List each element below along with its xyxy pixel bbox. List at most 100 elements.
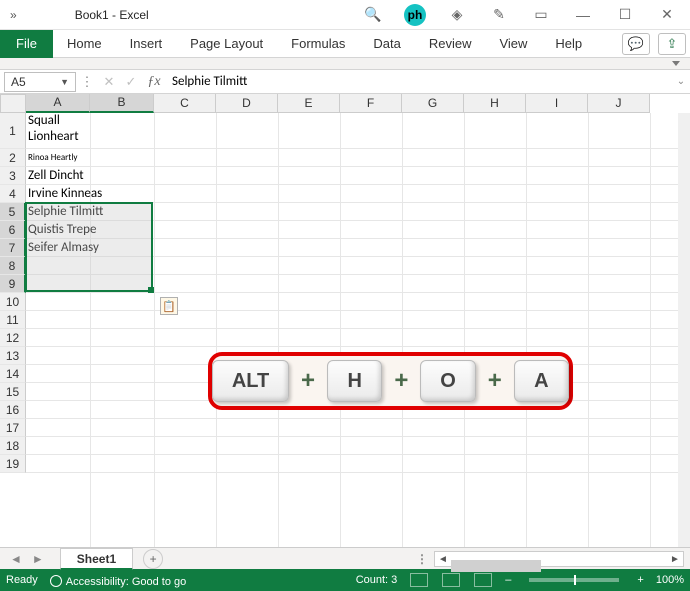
diamond-icon[interactable]: ◈ <box>446 4 468 26</box>
cell-a2[interactable]: Rinoa Heartly <box>26 149 77 167</box>
row-header-2[interactable]: 2 <box>0 149 26 167</box>
tab-help[interactable]: Help <box>541 30 596 58</box>
sheet-next-icon[interactable]: ► <box>32 552 44 566</box>
col-header-f[interactable]: F <box>340 94 402 113</box>
fx-icon[interactable]: ƒx <box>142 74 166 90</box>
search-icon[interactable]: 🔍 <box>362 4 384 26</box>
column-headers: ABCDEFGHIJ <box>26 94 650 113</box>
row-header-15[interactable]: 15 <box>0 383 26 401</box>
select-all-corner[interactable] <box>0 94 26 113</box>
tab-file[interactable]: File <box>0 30 53 58</box>
paste-options-icon[interactable]: 📋 <box>160 297 178 315</box>
sheet-nav: ◄ ► <box>0 552 54 566</box>
cancel-icon[interactable]: ✕ <box>98 74 120 90</box>
cell-a5[interactable]: Selphie Tilmitt <box>26 203 103 221</box>
scroll-left-icon[interactable]: ◄ <box>435 554 451 565</box>
cell-a3[interactable]: Zell Dincht <box>26 167 84 185</box>
minimize-button[interactable]: — <box>572 4 594 26</box>
col-header-e[interactable]: E <box>278 94 340 113</box>
row-header-10[interactable]: 10 <box>0 293 26 311</box>
row-header-17[interactable]: 17 <box>0 419 26 437</box>
tab-view[interactable]: View <box>485 30 541 58</box>
tab-home[interactable]: Home <box>53 30 116 58</box>
tab-insert[interactable]: Insert <box>116 30 177 58</box>
status-accessibility[interactable]: Accessibility: Good to go <box>50 573 186 588</box>
row-header-3[interactable]: 3 <box>0 167 26 185</box>
row-header-19[interactable]: 19 <box>0 455 26 473</box>
col-header-g[interactable]: G <box>402 94 464 113</box>
close-button[interactable]: ✕ <box>656 4 678 26</box>
plus-icon: + <box>301 367 315 395</box>
row-header-1[interactable]: 1 <box>0 113 26 149</box>
view-normal-icon[interactable] <box>410 573 428 587</box>
col-header-i[interactable]: I <box>526 94 588 113</box>
col-header-h[interactable]: H <box>464 94 526 113</box>
zoom-level: 100% <box>656 574 684 586</box>
enter-icon[interactable]: ✓ <box>120 74 142 90</box>
zoom-out-button[interactable]: – <box>505 574 511 586</box>
tab-formulas[interactable]: Formulas <box>277 30 359 58</box>
col-header-j[interactable]: J <box>588 94 650 113</box>
cell-a1[interactable]: Squall Lionheart <box>26 113 90 149</box>
formula-input[interactable] <box>166 72 672 92</box>
ribbon-collapse-icon[interactable]: » <box>2 8 25 22</box>
ribbon-display-icon[interactable]: ▭ <box>530 4 552 26</box>
scroll-thumb[interactable] <box>451 560 541 572</box>
row-header-8[interactable]: 8 <box>0 257 26 275</box>
vertical-scrollbar[interactable] <box>678 113 690 547</box>
row-header-6[interactable]: 6 <box>0 221 26 239</box>
tab-data[interactable]: Data <box>359 30 414 58</box>
view-page-break-icon[interactable] <box>474 573 492 587</box>
row-header-11[interactable]: 11 <box>0 311 26 329</box>
cells-area[interactable]: Squall LionheartRinoa HeartlyZell Dincht… <box>26 113 678 547</box>
formula-expand-icon[interactable]: ⌄ <box>672 76 690 87</box>
chevron-down-icon[interactable]: ▼ <box>60 77 69 87</box>
spreadsheet-grid: ABCDEFGHIJ 12345678910111213141516171819… <box>0 94 690 547</box>
row-header-4[interactable]: 4 <box>0 185 26 203</box>
status-count: Count: 3 <box>356 574 398 586</box>
row-header-9[interactable]: 9 <box>0 275 26 293</box>
scroll-right-icon[interactable]: ► <box>667 554 683 565</box>
horizontal-scrollbar[interactable]: ◄ ► <box>434 551 684 567</box>
cell-a7[interactable]: Seifer Almasy <box>26 239 99 257</box>
view-page-layout-icon[interactable] <box>442 573 460 587</box>
col-header-c[interactable]: C <box>154 94 216 113</box>
cell-a6[interactable]: Quistis Trepe <box>26 221 96 239</box>
row-header-13[interactable]: 13 <box>0 347 26 365</box>
sheet-tab-strip: ◄ ► Sheet1 + ⋮ ◄ ► <box>0 547 690 569</box>
window-title: Book1 - Excel <box>75 8 149 22</box>
row-header-18[interactable]: 18 <box>0 437 26 455</box>
col-header-d[interactable]: D <box>216 94 278 113</box>
sheet-prev-icon[interactable]: ◄ <box>10 552 22 566</box>
sheet-tab[interactable]: Sheet1 <box>60 548 133 570</box>
key-h: H <box>327 360 382 402</box>
zoom-slider[interactable] <box>529 578 619 582</box>
row-header-7[interactable]: 7 <box>0 239 26 257</box>
namebox-more-icon[interactable]: ⋮ <box>76 74 98 90</box>
tab-strip-divider: ⋮ <box>416 552 430 566</box>
row-header-14[interactable]: 14 <box>0 365 26 383</box>
wand-icon[interactable]: ✎ <box>488 4 510 26</box>
cell-a4[interactable]: Irvine Kinneas <box>26 185 102 203</box>
col-header-a[interactable]: A <box>26 94 90 113</box>
status-ready: Ready <box>6 574 38 586</box>
plus-icon: + <box>488 367 502 395</box>
name-box[interactable]: A5▼ <box>4 72 76 92</box>
row-header-5[interactable]: 5 <box>0 203 26 221</box>
plus-icon: + <box>394 367 408 395</box>
maximize-button[interactable]: ☐ <box>614 4 636 26</box>
tab-page-layout[interactable]: Page Layout <box>176 30 277 58</box>
share-button[interactable]: ⇪ <box>658 33 686 55</box>
key-o: O <box>420 360 475 402</box>
row-header-12[interactable]: 12 <box>0 329 26 347</box>
account-icon[interactable]: ph <box>404 4 426 26</box>
new-sheet-button[interactable]: + <box>143 549 163 569</box>
col-header-b[interactable]: B <box>90 94 154 113</box>
row-header-16[interactable]: 16 <box>0 401 26 419</box>
row-headers: 12345678910111213141516171819 <box>0 113 26 473</box>
ribbon-collapse-strip[interactable] <box>0 58 690 70</box>
tab-review[interactable]: Review <box>415 30 486 58</box>
zoom-in-button[interactable]: + <box>637 574 643 586</box>
status-bar: Ready Accessibility: Good to go Count: 3… <box>0 569 690 591</box>
comments-button[interactable]: 💬 <box>622 33 650 55</box>
